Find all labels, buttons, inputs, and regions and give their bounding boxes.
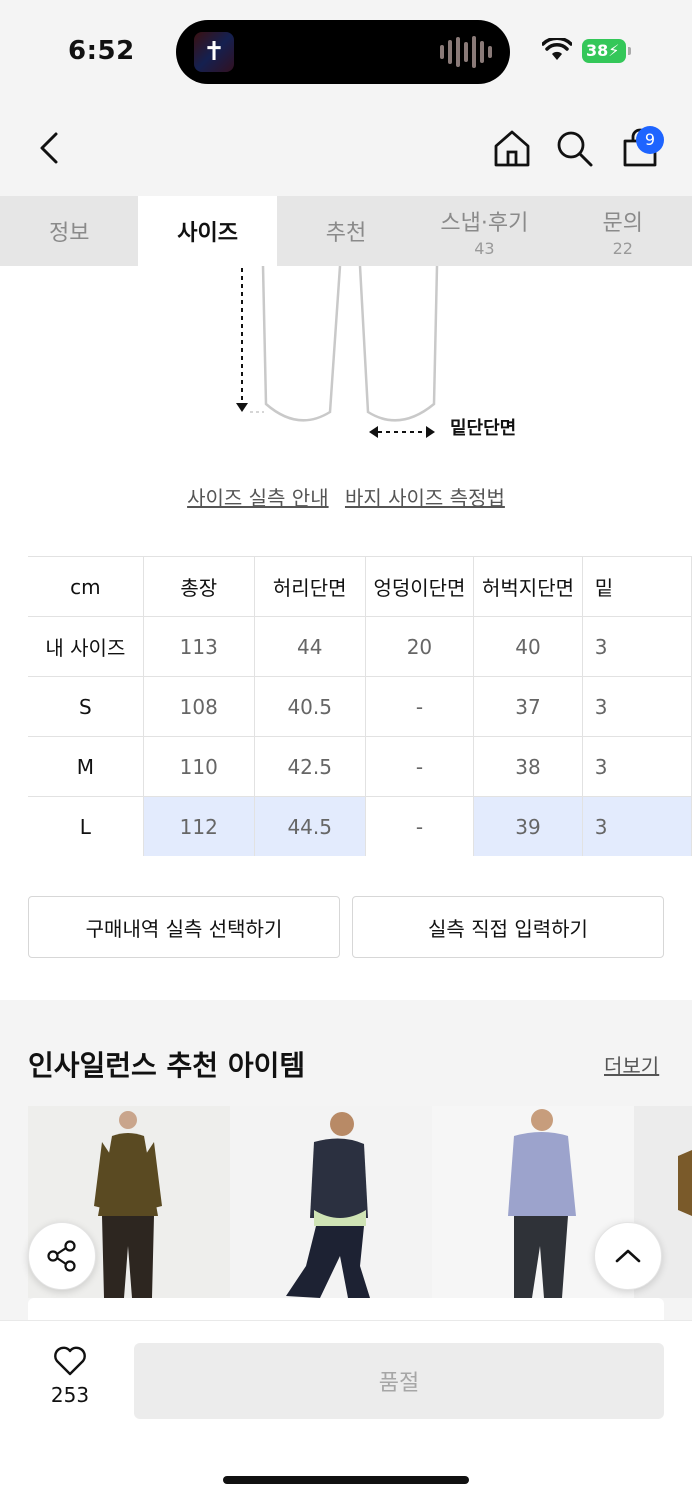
table-row: S 108 40.5 - 37 3 <box>28 676 692 737</box>
table-header-cell: 허리단면 <box>253 556 366 617</box>
dynamic-island[interactable]: ✝ <box>176 20 510 84</box>
back-arrow-icon[interactable] <box>34 130 64 166</box>
tab-label: 사이즈 <box>177 221 238 246</box>
pants-measurement-diagram: 밑단단면 <box>236 266 516 439</box>
tab-info[interactable]: 정보 <box>0 196 138 266</box>
table-cell-highlight: 44.5 <box>253 796 366 856</box>
table-cell: 3 <box>581 616 692 677</box>
tab-size[interactable]: 사이즈 <box>138 196 277 266</box>
share-icon <box>47 1240 76 1272</box>
table-cell-highlight: 39 <box>473 796 583 856</box>
size-guide-link[interactable]: 사이즈 실측 안내 <box>187 486 329 510</box>
status-time: 6:52 <box>68 36 135 66</box>
table-cell: 20 <box>364 616 475 677</box>
table-row: 내 사이즈 113 44 20 40 3 <box>28 616 692 677</box>
product-tabs: 정보 사이즈 추천 스냅·후기 43 문의 22 <box>0 196 692 266</box>
tab-label: 정보 <box>48 221 90 246</box>
table-cell: 37 <box>473 676 583 737</box>
table-cell: 40.5 <box>253 676 366 737</box>
hem-width-label: 밑단단면 <box>450 418 516 439</box>
wifi-icon <box>542 38 572 60</box>
recommend-title: 인사일런스 추천 아이템 <box>28 1049 306 1082</box>
table-header-cell: 총장 <box>142 556 255 617</box>
purchase-history-measure-button[interactable]: 구매내역 실측 선택하기 <box>28 896 340 958</box>
row-label: M <box>28 736 144 797</box>
like-count: 253 <box>50 1383 90 1407</box>
chevron-up-icon <box>615 1249 641 1263</box>
heart-icon <box>54 1346 86 1376</box>
table-header-cell: 허벅지단면 <box>473 556 583 617</box>
table-cell: 113 <box>142 616 255 677</box>
home-indicator <box>223 1476 469 1484</box>
table-cell: 108 <box>142 676 255 737</box>
pants-measure-link[interactable]: 바지 사이즈 측정법 <box>345 486 505 510</box>
status-bar: 6:52 ✝ 38⚡ <box>0 0 692 100</box>
table-header-cell: 엉덩이단면 <box>364 556 475 617</box>
size-table-scroll[interactable]: cm 총장 허리단면 엉덩이단면 허벅지단면 밑 내 사이즈 113 44 20… <box>28 556 692 856</box>
table-cell: 110 <box>142 736 255 797</box>
row-label: L <box>28 796 144 856</box>
tab-label: 추천 <box>325 221 367 246</box>
table-header-cell: cm <box>28 556 144 617</box>
cart-count-badge: 9 <box>636 126 664 154</box>
table-cell: 3 <box>581 736 692 797</box>
row-label: S <box>28 676 144 737</box>
battery-indicator: 38⚡ <box>582 39 631 63</box>
tab-label: 문의 <box>602 210 643 236</box>
table-cell: 3 <box>581 676 692 737</box>
battery-level: 38 <box>586 41 609 60</box>
table-row: L 112 44.5 - 39 3 <box>28 796 692 856</box>
audio-waveform-icon <box>440 36 492 68</box>
table-cell: 38 <box>473 736 583 797</box>
model-photo <box>286 1112 370 1298</box>
tab-recommend[interactable]: 추천 <box>277 196 415 266</box>
see-more-link[interactable]: 더보기 <box>604 1050 659 1079</box>
tab-label: 스냅·후기 <box>440 210 529 236</box>
now-playing-artwork: ✝ <box>194 32 234 72</box>
recommend-carousel[interactable] <box>28 1106 692 1298</box>
table-cell: 44 <box>253 616 366 677</box>
product-card-image[interactable] <box>230 1106 432 1298</box>
charging-bolt-icon: ⚡ <box>608 41 620 60</box>
table-cell: - <box>364 736 475 797</box>
like-button[interactable]: 253 <box>40 1345 100 1407</box>
tab-count: 43 <box>474 238 495 258</box>
size-table: cm 총장 허리단면 엉덩이단면 허벅지단면 밑 내 사이즈 113 44 20… <box>28 556 692 856</box>
size-guide-links: 사이즈 실측 안내 바지 사이즈 측정법 <box>0 482 692 511</box>
table-cell-highlight: 3 <box>581 796 692 856</box>
top-nav <box>0 100 692 196</box>
table-cell-highlight: 112 <box>142 796 255 856</box>
table-cell: 40 <box>473 616 583 677</box>
share-button[interactable] <box>28 1222 96 1290</box>
home-icon[interactable] <box>492 128 532 168</box>
table-header-row: cm 총장 허리단면 엉덩이단면 허벅지단면 밑 <box>28 556 692 617</box>
table-header-cell: 밑 <box>581 556 692 617</box>
table-cell: - <box>364 796 475 856</box>
table-cell: 42.5 <box>253 736 366 797</box>
scroll-top-button[interactable] <box>594 1222 662 1290</box>
tab-snap-review[interactable]: 스냅·후기 43 <box>415 196 553 266</box>
tab-inquiry[interactable]: 문의 22 <box>554 196 692 266</box>
row-label: 내 사이즈 <box>28 616 144 677</box>
bottom-purchase-bar: 253 품절 <box>0 1320 692 1500</box>
manual-measure-input-button[interactable]: 실측 직접 입력하기 <box>352 896 664 958</box>
sold-out-button[interactable]: 품절 <box>134 1343 664 1419</box>
table-cell: - <box>364 676 475 737</box>
search-icon[interactable] <box>556 130 594 168</box>
table-row: M 110 42.5 - 38 3 <box>28 736 692 797</box>
tab-count: 22 <box>612 238 633 258</box>
